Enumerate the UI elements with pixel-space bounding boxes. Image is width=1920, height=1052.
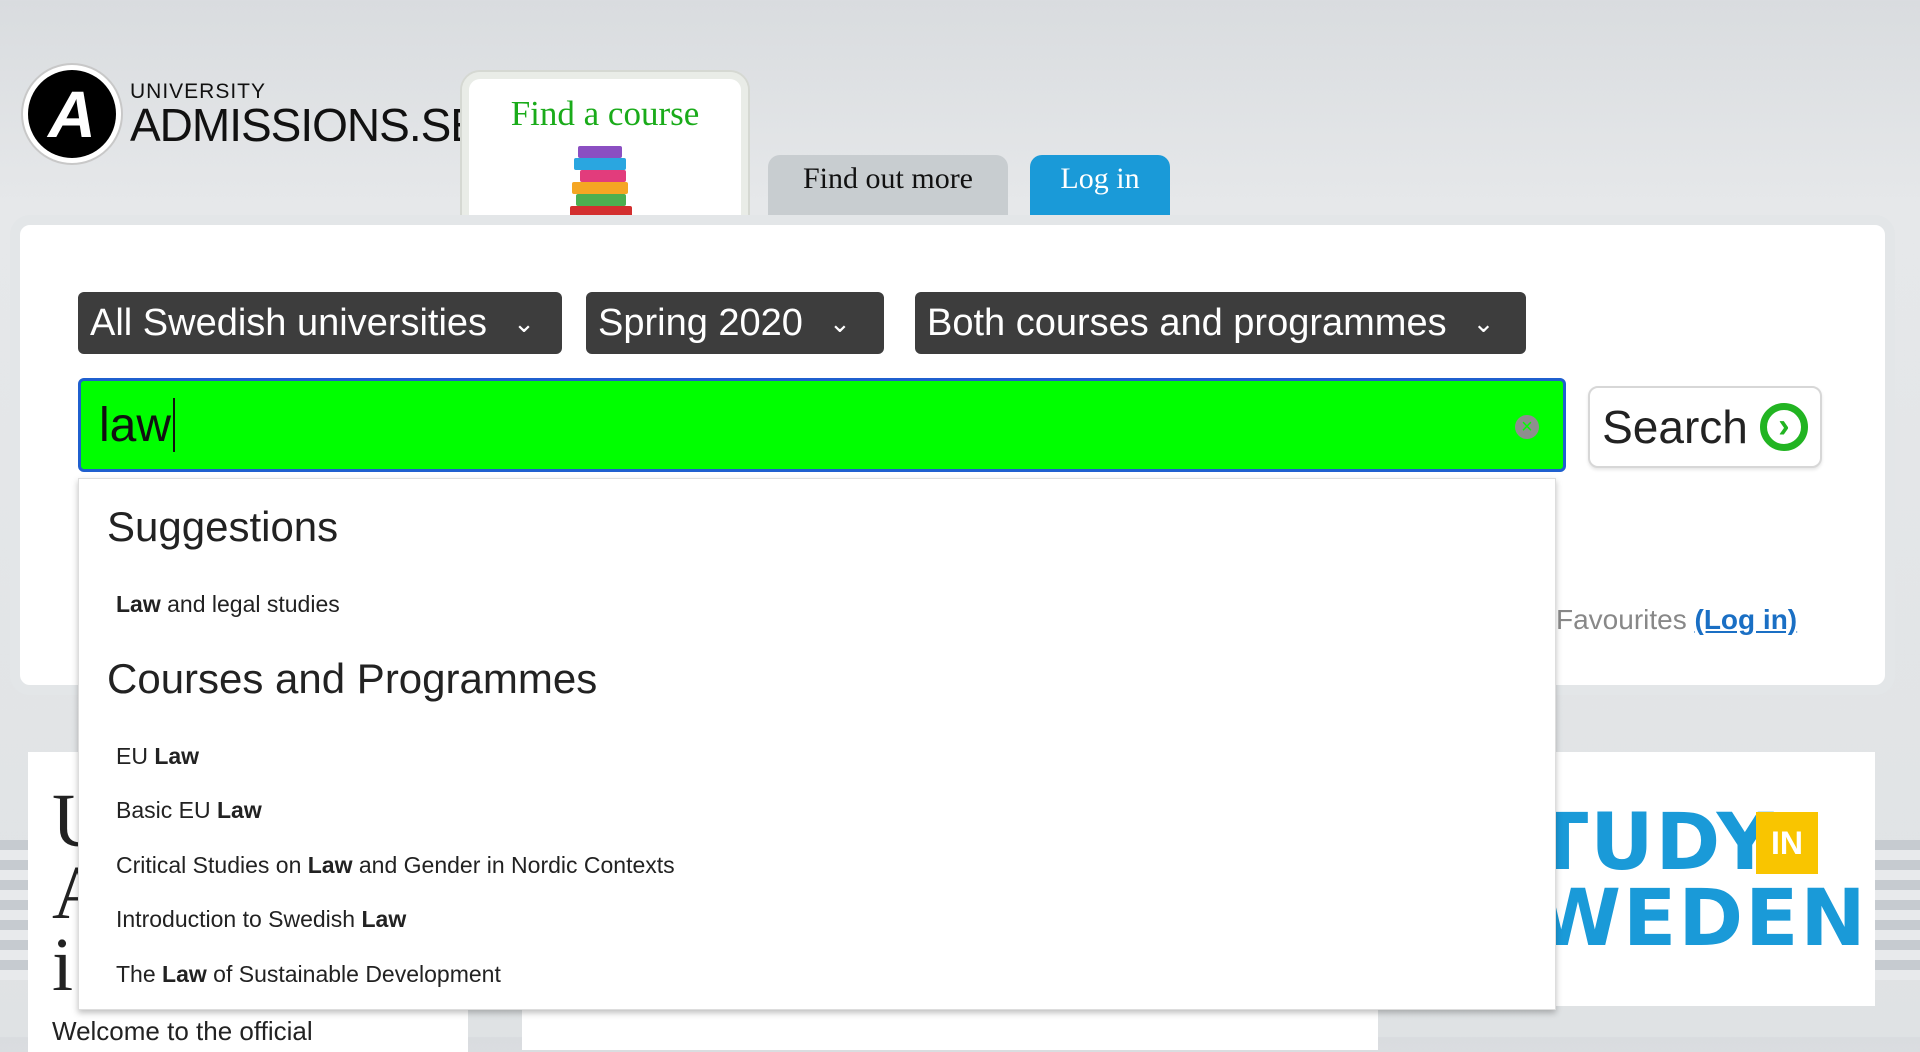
favourites-text: Favourites (Log in) [1556, 604, 1797, 636]
suggestion-item[interactable]: Law and legal studies [116, 591, 340, 618]
type-select-value: Both courses and programmes [927, 301, 1447, 344]
course-item[interactable]: The Law of Sustainable Development [116, 961, 501, 988]
search-button[interactable]: Search › [1588, 386, 1822, 468]
semester-select[interactable]: Spring 2020 ⌄ [586, 292, 884, 354]
clear-x-icon[interactable]: × [1515, 415, 1539, 439]
in-badge: IN [1756, 812, 1818, 874]
suggestions-heading: Suggestions [107, 503, 339, 550]
arrow-right-circle-icon: › [1759, 403, 1808, 451]
course-text: and Gender in Nordic Contexts [352, 852, 675, 878]
course-text: Basic EU [116, 797, 217, 823]
logo-mark: A [28, 70, 116, 158]
favourites-login-link[interactable]: (Log in) [1695, 604, 1798, 635]
course-match: Law [162, 961, 207, 987]
course-text: Introduction to Swedish [116, 906, 362, 932]
semester-select-value: Spring 2020 [598, 301, 803, 344]
courses-heading: Courses and Programmes [107, 655, 598, 702]
favourites-label: Favourites [1556, 604, 1687, 635]
course-item[interactable]: Basic EU Law [116, 797, 262, 824]
study-line-2: WEDEN [1535, 874, 1868, 964]
suggestion-match: Law [116, 591, 161, 617]
tab-find-a-course[interactable]: Find a course [460, 70, 750, 225]
course-text: of Sustainable Development [206, 961, 501, 987]
books-icon [560, 138, 650, 223]
text-caret [173, 398, 176, 452]
search-input[interactable]: law × [78, 378, 1566, 472]
chevron-down-icon: ⌄ [513, 307, 535, 338]
course-match: Law [307, 852, 353, 878]
course-text: EU [116, 743, 155, 769]
chevron-down-icon: ⌄ [1472, 307, 1495, 338]
suggestion-rest: and legal studies [160, 591, 340, 617]
welcome-text: Welcome to the official [52, 1016, 313, 1046]
university-select-value: All Swedish universities [90, 301, 488, 344]
chevron-down-icon: ⌄ [828, 307, 851, 338]
search-input-value: law [99, 398, 172, 452]
logo-text: UNIVERSITY ADMISSIONS.SE [130, 81, 481, 151]
type-select[interactable]: Both courses and programmes ⌄ [915, 292, 1526, 354]
course-match: Law [216, 797, 262, 823]
logo-big-text: ADMISSIONS.SE [130, 98, 481, 151]
university-select[interactable]: All Swedish universities ⌄ [78, 292, 562, 354]
course-text: Critical Studies on [116, 852, 308, 878]
tab-find-label: Find a course [510, 94, 700, 133]
course-item[interactable]: Introduction to Swedish Law [116, 906, 406, 933]
course-item[interactable]: Critical Studies on Law and Gender in No… [116, 852, 675, 879]
course-text: The [116, 961, 163, 987]
course-match: Law [154, 743, 200, 769]
course-item[interactable]: EU Law [116, 743, 199, 770]
autocomplete-dropdown: Suggestions Law and legal studies Course… [78, 478, 1556, 1010]
course-match: Law [361, 906, 407, 932]
search-button-label: Search [1602, 401, 1748, 453]
site-logo[interactable]: A UNIVERSITY ADMISSIONS.SE [28, 70, 481, 158]
